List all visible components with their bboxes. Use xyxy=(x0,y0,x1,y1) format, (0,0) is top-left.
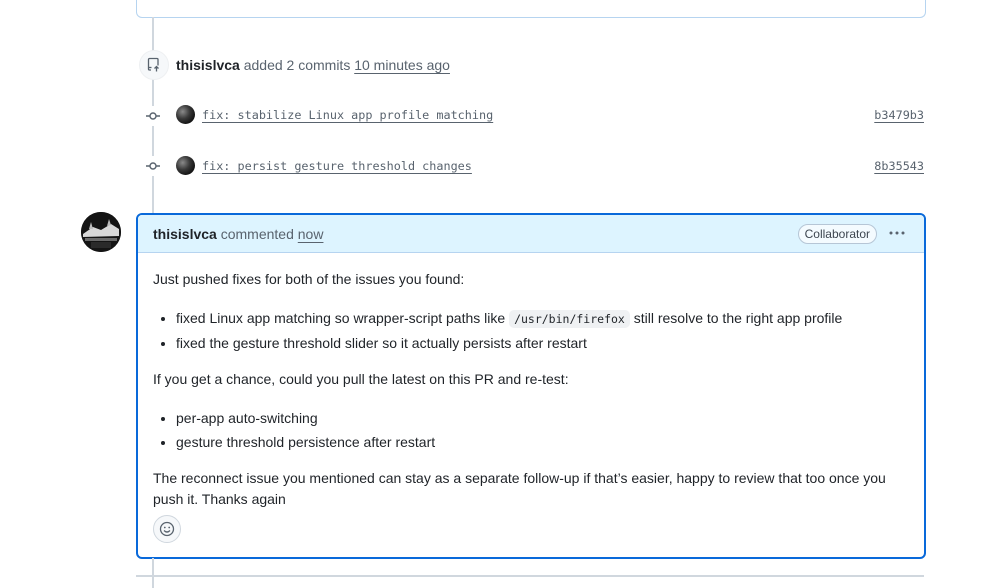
list-item: fixed the gesture threshold slider so it… xyxy=(176,333,909,354)
push-author-link[interactable]: thisislvca xyxy=(176,57,240,73)
comment-paragraph: Just pushed fixes for both of the issues… xyxy=(153,271,465,287)
push-time-link[interactable]: 10 minutes ago xyxy=(354,57,450,73)
comment-time-link[interactable]: now xyxy=(298,226,324,242)
commit-message-link[interactable]: fix: stabilize Linux app profile matchin… xyxy=(202,107,493,123)
smiley-icon xyxy=(159,521,175,537)
comment-paragraph: The reconnect issue you mentioned can st… xyxy=(153,470,886,507)
role-badge: Collaborator xyxy=(797,224,877,244)
add-reaction-button[interactable] xyxy=(153,515,181,543)
commit-author-avatar[interactable] xyxy=(176,105,195,124)
kebab-menu-icon[interactable] xyxy=(886,223,908,243)
comment-body: Just pushed fixes for both of the issues… xyxy=(138,253,924,510)
commit-message-link[interactable]: fix: persist gesture threshold changes xyxy=(202,158,472,174)
comment-action-text: commented xyxy=(220,226,294,242)
comment-card: thisislvca commented now Collaborator Ju… xyxy=(136,213,926,559)
commit-sha-link[interactable]: b3479b3 xyxy=(874,107,924,123)
comment-header: thisislvca commented now Collaborator xyxy=(138,215,924,253)
comment-paragraph: If you get a chance, could you pull the … xyxy=(153,371,569,387)
list-item: per-app auto-switching xyxy=(176,408,909,429)
comment-author-link[interactable]: thisislvca xyxy=(153,226,217,242)
commit-author-avatar[interactable] xyxy=(176,156,195,175)
timeline-divider xyxy=(136,575,924,577)
repo-push-icon xyxy=(139,50,169,80)
previous-comment-card xyxy=(136,0,926,18)
commit-sha-link[interactable]: 8b35543 xyxy=(874,158,924,174)
fix-list: fixed Linux app matching so wrapper-scri… xyxy=(153,308,909,354)
git-commit-icon xyxy=(143,156,163,176)
retest-list: per-app auto-switching gesture threshold… xyxy=(153,408,909,453)
push-action-text: added 2 commits xyxy=(243,57,351,73)
list-item: fixed Linux app matching so wrapper-scri… xyxy=(176,308,909,330)
list-item: gesture threshold persistence after rest… xyxy=(176,432,909,453)
push-event: thisislvca added 2 commits 10 minutes ag… xyxy=(176,56,450,74)
comment-author-avatar[interactable] xyxy=(81,212,121,252)
inline-code: /usr/bin/firefox xyxy=(509,310,630,328)
git-commit-icon xyxy=(143,106,163,126)
timeline-line xyxy=(152,558,154,588)
